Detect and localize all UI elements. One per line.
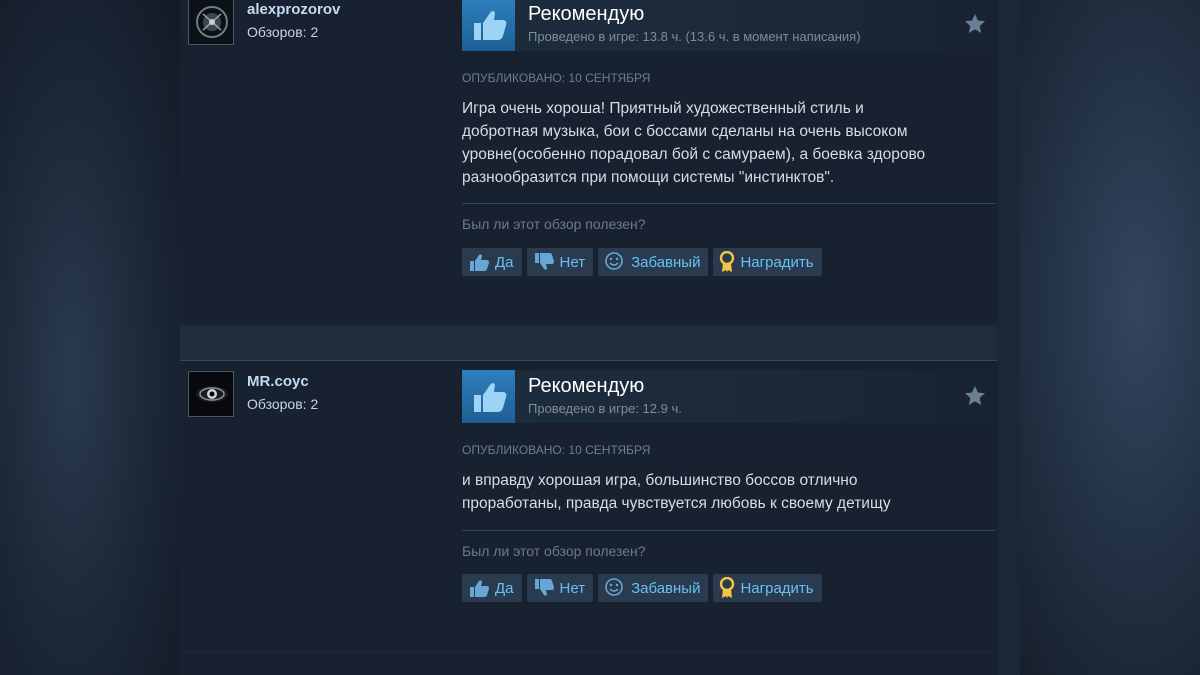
vote-no-label: Нет xyxy=(559,253,586,271)
posted-date: Опубликовано: 10 сентября xyxy=(462,71,651,85)
review-text-line: и вправду хорошая игра, большинство босс… xyxy=(462,472,858,489)
vote-funny-button[interactable]: Забавный xyxy=(598,574,709,602)
helpful-question: Был ли этот обзор полезен? xyxy=(462,216,646,232)
review-text-line: Игра очень хороша! Приятный художественн… xyxy=(462,100,864,117)
next-review-card-edge xyxy=(180,652,997,675)
recommendation-title[interactable]: Рекомендую xyxy=(528,3,644,26)
divider xyxy=(462,530,995,531)
vote-header[interactable]: Рекомендую Проведено в игре: 13.8 ч. (13… xyxy=(462,0,995,51)
hours-played: Проведено в игре: 13.8 ч. (13.6 ч. в мом… xyxy=(528,29,861,44)
award-button[interactable]: Наградить xyxy=(713,574,822,602)
review-text: и вправду хорошая игра, большинство босс… xyxy=(462,469,992,515)
review-card: MR.coyc Обзоров: 2 Рекомендую Проведено … xyxy=(180,360,997,651)
review-text-line: проработаны, правда чувствуется любовь к… xyxy=(462,495,891,512)
vote-yes-label: Да xyxy=(495,253,514,271)
recommendation-title[interactable]: Рекомендую xyxy=(528,375,644,398)
helpful-question: Был ли этот обзор полезен? xyxy=(462,543,646,559)
review-text-line: уровне(особенно порадовал бой с самураем… xyxy=(462,146,926,163)
award-button[interactable]: Наградить xyxy=(713,248,822,276)
vote-yes-button[interactable]: Да xyxy=(462,248,522,276)
thumbs-up-icon xyxy=(462,0,515,51)
star-icon[interactable] xyxy=(963,384,987,408)
vote-no-label: Нет xyxy=(559,579,586,597)
vote-yes-label: Да xyxy=(495,579,514,597)
author-review-count[interactable]: Обзоров: 2 xyxy=(247,24,318,40)
background-right xyxy=(995,0,1200,675)
background-right-strip xyxy=(997,0,1020,675)
vote-funny-button[interactable]: Забавный xyxy=(598,248,709,276)
review-text-line: разнообразится при помощи системы "инсти… xyxy=(462,169,835,186)
smiley-icon xyxy=(605,252,623,270)
thumbs-up-icon xyxy=(462,370,515,423)
thumbs-down-icon xyxy=(534,253,554,270)
thumbs-up-icon xyxy=(470,254,489,271)
avatar[interactable] xyxy=(188,371,234,417)
review-card: alexprozorov Обзоров: 2 Рекомендую Прове… xyxy=(180,0,997,325)
vote-no-button[interactable]: Нет xyxy=(526,574,594,602)
vote-funny-label: Забавный xyxy=(631,253,701,271)
award-label: Наградить xyxy=(740,579,814,597)
author-review-count[interactable]: Обзоров: 2 xyxy=(247,396,318,412)
award-medal-icon xyxy=(720,251,735,272)
thumbs-up-icon xyxy=(470,580,489,597)
background-left xyxy=(0,0,180,675)
thumbs-down-icon xyxy=(534,579,554,596)
review-text-line: добротная музыка, бои с боссами сделаны … xyxy=(462,123,908,140)
review-text: Игра очень хороша! Приятный художественн… xyxy=(462,97,992,189)
star-icon[interactable] xyxy=(963,12,987,36)
smiley-icon xyxy=(605,578,623,596)
hours-played: Проведено в игре: 12.9 ч. xyxy=(528,401,682,416)
author-name[interactable]: alexprozorov xyxy=(247,1,340,18)
award-medal-icon xyxy=(720,577,735,598)
vote-buttons: Да Нет Забавный Наградить xyxy=(462,248,822,276)
vote-yes-button[interactable]: Да xyxy=(462,574,522,602)
posted-date: Опубликовано: 10 сентября xyxy=(462,443,651,457)
avatar[interactable] xyxy=(188,0,234,45)
vote-no-button[interactable]: Нет xyxy=(526,248,594,276)
vote-buttons: Да Нет Забавный Наградить xyxy=(462,574,822,602)
vote-header[interactable]: Рекомендую Проведено в игре: 12.9 ч. xyxy=(462,370,995,423)
divider xyxy=(462,203,995,204)
author-name[interactable]: MR.coyc xyxy=(247,373,309,390)
vote-funny-label: Забавный xyxy=(631,579,701,597)
award-label: Наградить xyxy=(740,253,814,271)
